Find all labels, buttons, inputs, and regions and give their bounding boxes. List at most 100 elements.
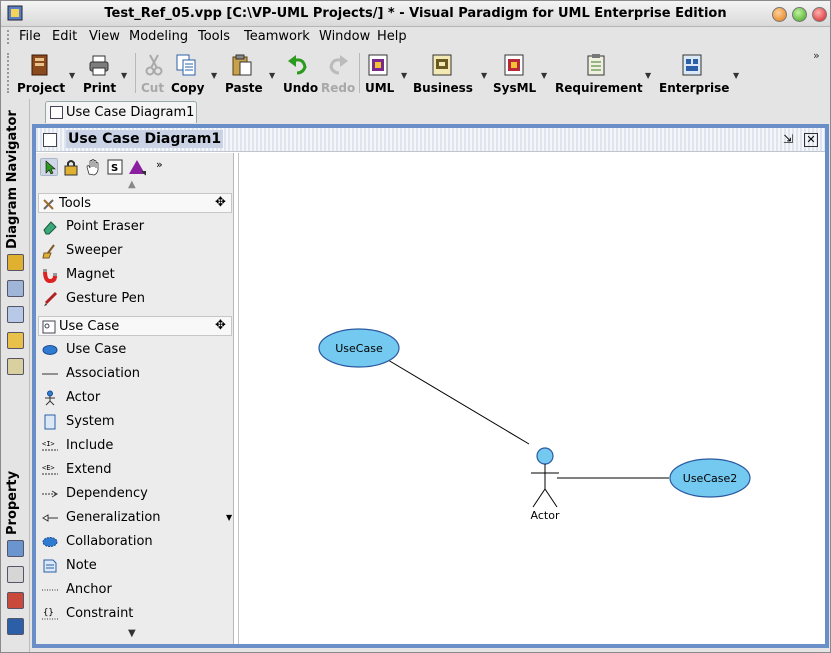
enterprise-dropdown-icon[interactable]: ▼ <box>733 71 739 80</box>
palette-item-include[interactable]: <I> Include <box>42 435 230 457</box>
toolbar-grip[interactable] <box>7 53 11 93</box>
lock-icon[interactable] <box>62 158 80 176</box>
selector-icon[interactable] <box>40 158 58 176</box>
usecase-shape-2[interactable]: UseCase2 <box>669 458 751 498</box>
property-panel-icon[interactable] <box>7 540 24 557</box>
anchor-icon <box>42 589 58 591</box>
project-dropdown-icon[interactable]: ▼ <box>69 71 75 80</box>
diagram-title[interactable]: Use Case Diagram1 <box>66 130 224 148</box>
menu-tools[interactable]: Tools <box>198 29 230 44</box>
business-dropdown-icon[interactable]: ▼ <box>481 71 487 80</box>
usecase-shape-1[interactable]: UseCase <box>318 328 400 368</box>
copy-button[interactable]: Copy ▼ <box>171 49 221 97</box>
undo-button[interactable]: Undo <box>283 49 319 97</box>
sysml-dropdown-icon[interactable]: ▼ <box>541 71 547 80</box>
copy-dropdown-icon[interactable]: ▼ <box>211 71 217 80</box>
close-window-button[interactable] <box>812 7 827 22</box>
logical-view-icon[interactable] <box>7 306 24 323</box>
diagram-info-icon[interactable] <box>7 618 24 635</box>
tab-use-case-diagram1[interactable]: Use Case Diagram1 <box>45 101 197 123</box>
palette-item-actor[interactable]: Actor <box>42 387 230 409</box>
menu-grip[interactable] <box>7 30 11 44</box>
menu-teamwork[interactable]: Teamwork <box>244 29 310 44</box>
tools-section-header[interactable]: Tools ✥ <box>38 193 232 213</box>
printer-icon <box>89 55 109 76</box>
requirement-button[interactable]: Requirement ▼ <box>555 49 655 97</box>
close-diagram-button[interactable]: ✕ <box>804 133 818 147</box>
usecase-label: UseCase2 <box>683 472 737 485</box>
generalization-dropdown-icon[interactable]: ▼ <box>226 513 232 522</box>
usecase-label: UseCase <box>335 342 383 355</box>
enterprise-button[interactable]: Enterprise ▼ <box>659 49 743 97</box>
menu-view[interactable]: View <box>89 29 120 44</box>
project-button[interactable]: Project ▼ <box>17 49 75 97</box>
palette-item-dependency[interactable]: Dependency <box>42 483 230 505</box>
paste-button[interactable]: Paste ▼ <box>225 49 279 97</box>
restore-icon[interactable]: ⇲ <box>781 133 795 147</box>
uml-dropdown-icon[interactable]: ▼ <box>401 71 407 80</box>
extend-icon: <E> <box>42 464 58 475</box>
cut-button[interactable]: Cut <box>141 49 167 97</box>
property-label: Property <box>5 470 20 535</box>
diagram-backlog-icon[interactable] <box>7 332 24 349</box>
print-dropdown-icon[interactable]: ▼ <box>121 71 127 80</box>
palette-item-gesture-pen[interactable]: Gesture Pen <box>42 288 230 310</box>
palette-item-extend[interactable]: <E> Extend <box>42 459 230 481</box>
palette-scroll-down-icon[interactable]: ▼ <box>128 628 136 639</box>
menu-window[interactable]: Window <box>319 29 370 44</box>
stencil-icon[interactable] <box>7 592 24 609</box>
toolbar-separator <box>359 53 360 93</box>
palette-item-association[interactable]: Association <box>42 363 230 385</box>
minimize-button[interactable] <box>772 7 787 22</box>
palette-toolbar: S » ▲ <box>36 153 234 190</box>
actor-shape[interactable]: Actor <box>531 447 560 522</box>
menu-file[interactable]: File <box>19 29 41 44</box>
palette-scroll-up-icon[interactable]: ▲ <box>128 179 136 190</box>
enterprise-label: Enterprise <box>659 81 730 95</box>
print-button[interactable]: Print ▼ <box>83 49 131 97</box>
menu-edit[interactable]: Edit <box>52 29 77 44</box>
shape-style-icon[interactable] <box>128 158 146 176</box>
sysml-button[interactable]: SysML ▼ <box>493 49 551 97</box>
paste-label: Paste <box>225 81 263 95</box>
palette-item-magnet[interactable]: Magnet <box>42 264 230 286</box>
paste-dropdown-icon[interactable]: ▼ <box>269 71 275 80</box>
palette-item-constraint[interactable]: {} Constraint <box>42 603 230 625</box>
template-icon[interactable] <box>7 358 24 375</box>
application-window: Test_Ref_05.vpp [C:\VP-UML Projects/] * … <box>0 0 831 653</box>
redo-label: Redo <box>321 81 356 95</box>
association-line[interactable] <box>387 359 530 445</box>
palette-item-system[interactable]: System <box>42 411 230 433</box>
class-repository-icon[interactable] <box>7 280 24 297</box>
maximize-button[interactable] <box>792 7 807 22</box>
diagram-navigator-tab[interactable]: Diagram Navigator <box>5 110 25 399</box>
palette-item-label: Dependency <box>66 486 148 501</box>
sweeper-mode-icon[interactable]: S <box>106 158 124 176</box>
palette-item-use-case[interactable]: Use Case <box>42 339 230 361</box>
business-button[interactable]: Business ▼ <box>413 49 491 97</box>
uml-button[interactable]: UML ▼ <box>365 49 409 97</box>
move-section-icon[interactable]: ✥ <box>215 195 226 210</box>
cut-label: Cut <box>141 81 165 95</box>
model-explorer-icon[interactable] <box>7 254 24 271</box>
palette-more-button[interactable]: » <box>156 158 174 176</box>
redo-button[interactable]: Redo <box>321 49 357 97</box>
hand-icon[interactable] <box>84 158 102 176</box>
diagram-navigator-label: Diagram Navigator <box>5 110 20 249</box>
palette-item-anchor[interactable]: Anchor <box>42 579 230 601</box>
sysml-label: SysML <box>493 81 537 95</box>
toolbar-overflow-button[interactable]: » <box>813 49 820 62</box>
palette-item-note[interactable]: Note <box>42 555 230 577</box>
menu-modeling[interactable]: Modeling <box>129 29 188 44</box>
diagram-canvas[interactable]: UseCase Actor UseCase2 <box>238 153 825 644</box>
palette-item-point-eraser[interactable]: Point Eraser <box>42 216 230 238</box>
palette-item-sweeper[interactable]: Sweeper <box>42 240 230 262</box>
requirement-dropdown-icon[interactable]: ▼ <box>645 71 651 80</box>
menu-help[interactable]: Help <box>377 29 407 44</box>
palette-item-collaboration[interactable]: Collaboration <box>42 531 230 553</box>
palette-item-generalization[interactable]: Generalization ▼ <box>42 507 232 529</box>
usecase-section-header[interactable]: Use Case ✥ <box>38 316 232 336</box>
copy-label: Copy <box>171 81 205 95</box>
overview-icon[interactable] <box>7 566 24 583</box>
move-section-icon[interactable]: ✥ <box>215 318 226 333</box>
